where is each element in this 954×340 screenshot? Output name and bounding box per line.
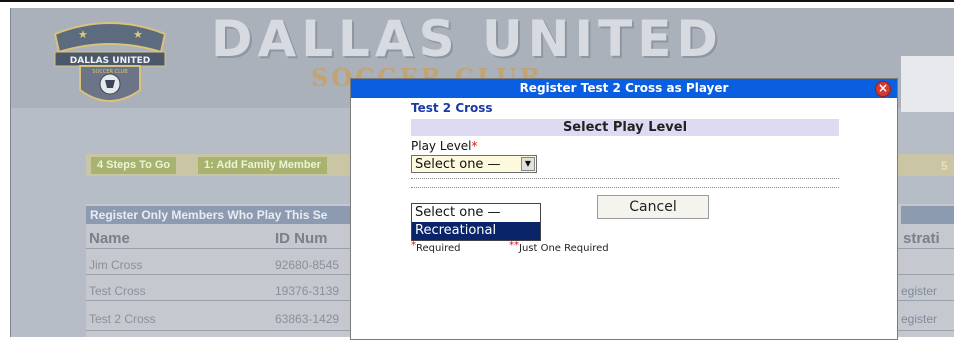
add-family-member-step[interactable]: 1: Add Family Member xyxy=(198,157,327,174)
legend-required-text: Required xyxy=(416,243,461,254)
register-player-dialog: Register Test 2 Cross as Player × Test 2… xyxy=(350,78,898,340)
svg-text:★: ★ xyxy=(133,28,143,41)
section-heading: Select Play Level xyxy=(411,119,839,136)
option-select-one[interactable]: Select one — xyxy=(412,204,540,222)
header-side-panel xyxy=(901,56,954,112)
brand-title: DALLAS UNITED xyxy=(211,10,723,68)
play-level-select[interactable]: Select one — ▼ xyxy=(411,155,537,173)
required-marker: * xyxy=(471,139,478,153)
club-logo-icon: ★ ★ DALLAS UNITED SOCCER CLUB xyxy=(53,22,167,102)
row-name: Test Cross xyxy=(89,284,146,298)
player-name: Test 2 Cross xyxy=(411,101,493,115)
svg-text:SOCCER CLUB: SOCCER CLUB xyxy=(92,69,128,75)
legend-just-one-mark: ** xyxy=(509,240,519,251)
svg-text:DALLAS UNITED: DALLAS UNITED xyxy=(70,56,150,66)
close-icon[interactable]: × xyxy=(875,81,891,97)
chevron-down-icon[interactable]: ▼ xyxy=(521,157,535,171)
register-table-title-right xyxy=(901,206,954,224)
legend-required-mark: * xyxy=(411,240,416,251)
play-level-select-value: Select one — xyxy=(415,157,501,172)
step-edge-label: 5 xyxy=(941,159,948,173)
steps-remaining-button[interactable]: 4 Steps To Go xyxy=(91,157,177,174)
option-recreational[interactable]: Recreational xyxy=(412,222,540,240)
play-level-label: Play Level* xyxy=(411,139,478,153)
register-table-title: Register Only Members Who Play This Se xyxy=(86,206,370,224)
row-name: Jim Cross xyxy=(89,258,143,272)
legend-required: *Required xyxy=(411,240,461,254)
svg-text:★: ★ xyxy=(78,28,88,41)
dialog-title: Register Test 2 Cross as Player xyxy=(351,79,897,98)
row-id: 92680-8545 xyxy=(275,258,340,272)
register-link[interactable]: egister xyxy=(901,284,937,298)
top-border xyxy=(0,0,954,2)
row-id: 19376-3139 xyxy=(275,284,340,298)
dotted-divider xyxy=(411,178,839,179)
legend-just-one: **Just One Required xyxy=(509,240,609,254)
register-link[interactable]: egister xyxy=(901,312,937,326)
legend-just-one-text: Just One Required xyxy=(519,243,609,254)
column-header-registration: strati xyxy=(903,230,940,247)
column-header-id: ID Num xyxy=(275,230,328,247)
row-id: 63863-1429 xyxy=(275,312,340,326)
play-level-label-text: Play Level xyxy=(411,139,472,153)
row-name: Test 2 Cross xyxy=(89,312,156,326)
dotted-divider xyxy=(411,187,839,188)
play-level-dropdown-list: Select one — Recreational xyxy=(411,203,541,241)
cancel-button[interactable]: Cancel xyxy=(597,195,709,219)
column-header-name: Name xyxy=(89,230,130,247)
